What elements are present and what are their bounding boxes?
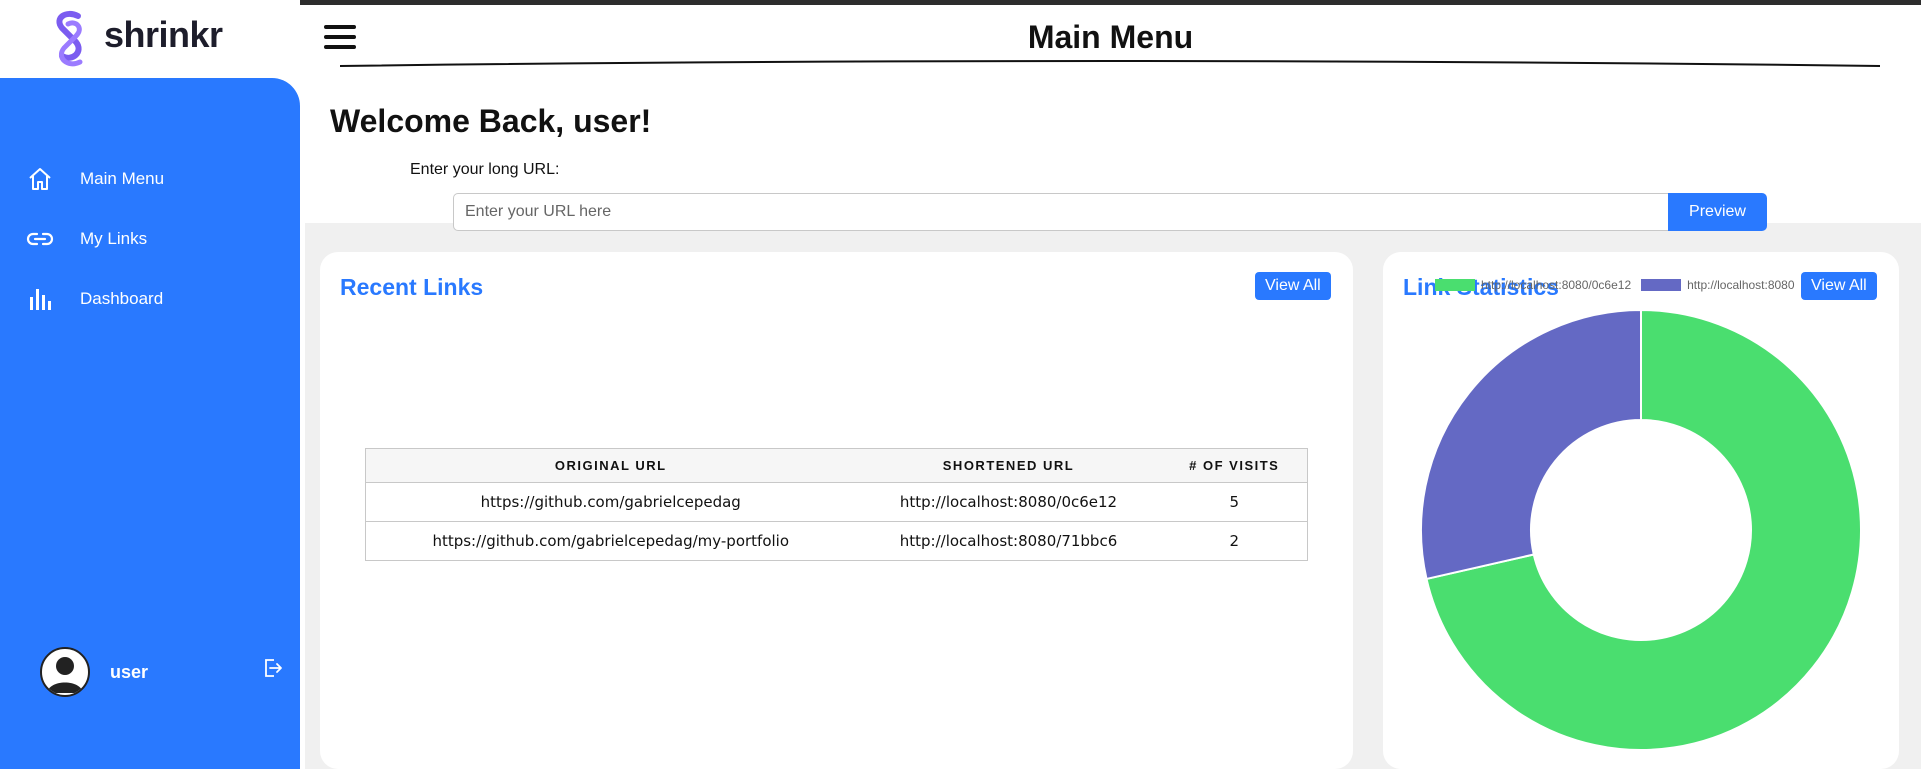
user-profile[interactable]: user	[40, 647, 148, 697]
view-all-button[interactable]: View All	[1801, 272, 1877, 300]
original-url: https://github.com/gabrielcepedag	[365, 482, 856, 522]
legend-swatch	[1641, 279, 1682, 291]
legend-label[interactable]: http://localhost:8080/0c6e12	[1481, 278, 1631, 292]
shortened-url[interactable]: http://localhost:8080/0c6e12	[855, 482, 1162, 522]
view-all-button[interactable]: View All	[1255, 272, 1331, 300]
avatar	[40, 647, 90, 697]
table-row[interactable]: https://github.com/gabrielcepedag/my-por…	[365, 521, 1308, 561]
url-input[interactable]	[453, 193, 1669, 231]
sidebar-item-label: Main Menu	[80, 169, 165, 188]
card-title: Recent Links	[340, 274, 484, 300]
shortened-url[interactable]: http://localhost:8080/71bbc6	[855, 521, 1162, 561]
header-divider	[340, 60, 1880, 67]
original-url: https://github.com/gabrielcepedag/my-por…	[365, 521, 856, 561]
preview-button[interactable]: Preview	[1668, 193, 1767, 231]
legend-label[interactable]: http://localhost:8080	[1687, 278, 1794, 292]
visits-count: 5	[1161, 482, 1308, 522]
donut-chart	[1421, 310, 1861, 750]
column-header: # OF VISITS	[1161, 448, 1308, 483]
legend-swatch	[1435, 279, 1475, 291]
url-label: Enter your long URL:	[410, 161, 560, 178]
sidebar-item-main-menu[interactable]: Main Menu	[24, 163, 164, 195]
donut-slice[interactable]	[1421, 310, 1642, 581]
column-header: ORIGINAL URL	[365, 448, 856, 483]
sidebar-item-dashboard[interactable]: Dashboard	[24, 283, 163, 315]
username: user	[110, 661, 149, 682]
recent-links-table: ORIGINAL URL SHORTENED URL # OF VISITS h…	[365, 448, 1308, 561]
recent-links-card: Recent Links View All ORIGINAL URL SHORT…	[320, 252, 1353, 769]
main-content: Main Menu Welcome Back, user! Enter your…	[300, 5, 1921, 769]
link-icon	[24, 223, 56, 255]
visits-count: 2	[1161, 521, 1308, 561]
header: Main Menu	[300, 5, 1921, 67]
column-header: SHORTENED URL	[855, 448, 1162, 483]
sidebar-item-label: Dashboard	[80, 289, 164, 308]
welcome-heading: Welcome Back, user!	[330, 103, 652, 139]
table-row[interactable]: https://github.com/gabrielcepedag http:/…	[365, 482, 1308, 522]
logout-icon[interactable]	[260, 656, 284, 680]
table-header-row: ORIGINAL URL SHORTENED URL # OF VISITS	[365, 448, 1308, 483]
app-name: shrinkr	[104, 14, 223, 55]
sidebar-item-my-links[interactable]: My Links	[24, 223, 147, 255]
sidebar-item-label: My Links	[80, 229, 148, 248]
link-statistics-card: Link Statistics http://localhost:8080/0c…	[1383, 252, 1899, 769]
shrinkr-logo-icon	[56, 10, 83, 67]
chart-legend: http://localhost:8080/0c6e12 http://loca…	[1435, 278, 1795, 292]
bar-chart-icon	[24, 283, 56, 315]
home-icon	[24, 163, 56, 195]
page-title: Main Menu	[1027, 19, 1194, 55]
